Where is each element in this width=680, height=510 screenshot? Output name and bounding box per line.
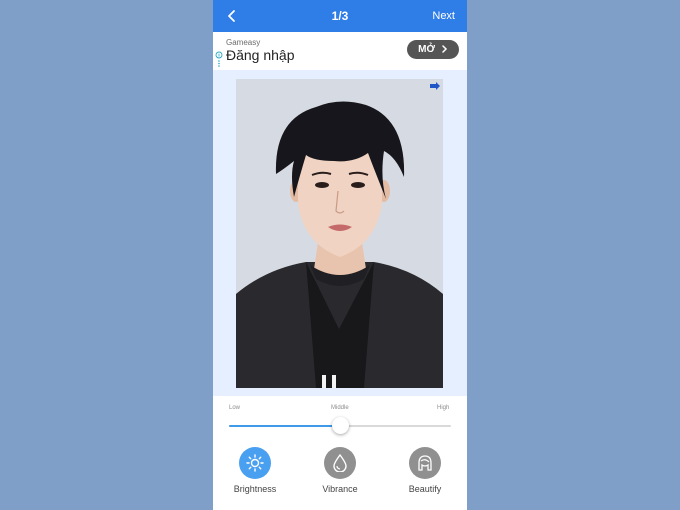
chevron-right-icon bbox=[442, 45, 447, 53]
next-button[interactable]: Next bbox=[432, 10, 455, 22]
tool-beautify-circle bbox=[409, 447, 441, 479]
droplet-icon bbox=[333, 454, 347, 472]
slider-thumb[interactable] bbox=[332, 417, 349, 434]
ad-title: Đăng nhập bbox=[226, 47, 295, 63]
photo-preview-area bbox=[213, 70, 467, 396]
slider-fill bbox=[229, 425, 340, 427]
page-counter: 1/3 bbox=[331, 9, 349, 23]
ad-info-icon[interactable] bbox=[215, 51, 223, 67]
tool-brightness-label: Brightness bbox=[233, 484, 277, 494]
face-icon bbox=[418, 455, 432, 471]
slider-middle-label: Middle bbox=[331, 405, 349, 411]
top-nav-bar: 1/3 Next bbox=[213, 0, 467, 32]
ad-brand: Gameasy bbox=[226, 38, 261, 47]
portrait-photo bbox=[236, 79, 443, 388]
tool-vibrance-circle bbox=[324, 447, 356, 479]
slider-low-label: Low bbox=[229, 405, 241, 411]
tool-vibrance-label: Vibrance bbox=[322, 484, 358, 494]
slider-high-label: High bbox=[437, 405, 450, 411]
intensity-slider: Low Middle High bbox=[213, 396, 467, 446]
tool-brightness[interactable]: Brightness bbox=[220, 447, 290, 494]
ad-banner[interactable]: Gameasy Đăng nhập MỞ bbox=[213, 32, 467, 69]
phone-screen: 1/3 Next Gameasy Đăng nhập MỞ Low Middle… bbox=[213, 0, 467, 510]
tool-beautify-label: Beautify bbox=[408, 484, 442, 494]
ad-open-label: MỞ bbox=[418, 44, 436, 55]
slider-track[interactable] bbox=[229, 417, 451, 434]
tool-brightness-circle bbox=[239, 447, 271, 479]
tool-vibrance[interactable]: Vibrance bbox=[305, 447, 375, 494]
tool-beautify[interactable]: Beautify bbox=[390, 447, 460, 494]
sun-icon bbox=[246, 454, 264, 472]
ad-open-button[interactable]: MỞ bbox=[407, 40, 459, 59]
